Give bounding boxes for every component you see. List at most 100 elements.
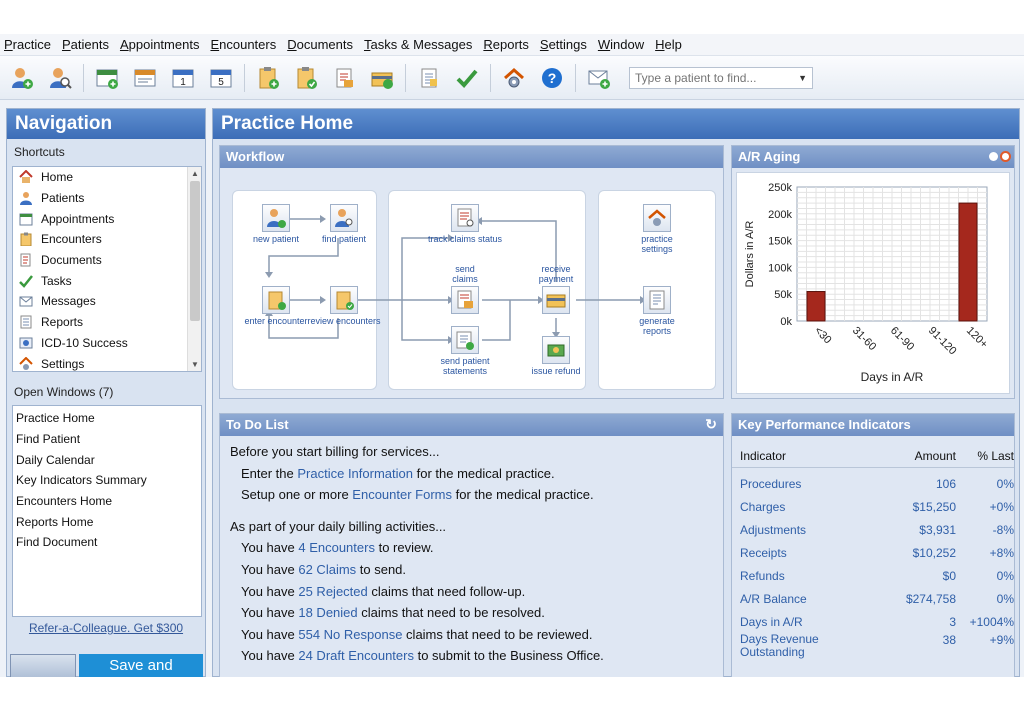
- panel-options-icon[interactable]: [989, 152, 998, 161]
- workflow-send-patient-statements[interactable]: send patient statements: [425, 326, 505, 376]
- open-window-item[interactable]: Key Indicators Summary: [13, 470, 201, 491]
- open-window-item[interactable]: Practice Home: [13, 408, 201, 429]
- workflow-find-patient[interactable]: find patient: [304, 204, 384, 244]
- open-window-item[interactable]: Encounters Home: [13, 491, 201, 512]
- scrollbar-thumb[interactable]: [190, 181, 200, 321]
- no-response-claims-link[interactable]: 554 No Response: [298, 627, 402, 642]
- refresh-icon[interactable]: ↻: [705, 416, 717, 433]
- kpi-row[interactable]: Days in A/R 3 +1004%: [732, 610, 1014, 633]
- workflow-generate-reports[interactable]: generate reports: [617, 286, 697, 336]
- kpi-row[interactable]: Refunds $0 0%: [732, 564, 1014, 587]
- workflow-send-claims[interactable]: send claims: [425, 264, 505, 316]
- shortcut-label: Reports: [41, 315, 84, 330]
- shortcut-tasks[interactable]: Tasks: [13, 270, 201, 291]
- help-icon[interactable]: ?: [538, 64, 566, 92]
- workflow-track-claims-status[interactable]: track claims status: [425, 204, 505, 244]
- shortcut-documents[interactable]: Documents: [13, 250, 201, 271]
- schedule-icon[interactable]: [131, 64, 159, 92]
- kpi-amount: 3: [949, 614, 956, 629]
- shortcut-messages[interactable]: Messages: [13, 291, 201, 312]
- open-window-item[interactable]: Reports Home: [13, 511, 201, 532]
- appointments-icon[interactable]: [93, 64, 121, 92]
- new-patient-icon[interactable]: [8, 64, 36, 92]
- panel-settings-icon[interactable]: [1000, 151, 1011, 162]
- patient-search-input[interactable]: [635, 70, 795, 85]
- kpi-row[interactable]: Receipts $10,252 +8%: [732, 541, 1014, 564]
- chevron-down-icon[interactable]: ▼: [798, 73, 807, 83]
- shortcut-reports[interactable]: Reports: [13, 312, 201, 333]
- shortcut-encounters[interactable]: Encounters: [13, 229, 201, 250]
- menu-help[interactable]: Help: [655, 37, 682, 52]
- shortcut-appointments[interactable]: Appointments: [13, 208, 201, 229]
- kpi-indicator[interactable]: Refunds: [740, 569, 870, 583]
- kpi-percent: 0%: [996, 568, 1014, 583]
- scroll-up-icon[interactable]: ▲: [191, 169, 199, 178]
- message-icon[interactable]: [585, 64, 613, 92]
- shortcut-home[interactable]: Home: [13, 167, 201, 188]
- kpi-indicator[interactable]: Days Revenue Outstanding: [740, 633, 870, 659]
- kpi-indicator[interactable]: A/R Balance: [740, 592, 870, 606]
- shortcuts-scrollbar[interactable]: ▲ ▼: [187, 167, 201, 371]
- kpi-row[interactable]: Days Revenue Outstanding 38 +9%: [732, 633, 1014, 663]
- encounter-icon[interactable]: [254, 64, 282, 92]
- todo-title: To Do List ↻: [220, 414, 723, 436]
- kpi-row[interactable]: Procedures 106 0%: [732, 472, 1014, 495]
- rejected-claims-link[interactable]: 25 Rejected: [298, 584, 367, 599]
- menu-reports[interactable]: Reports: [483, 37, 529, 52]
- workflow-issue-refund[interactable]: issue refund: [516, 336, 596, 376]
- menu-encounters[interactable]: Encounters: [210, 37, 276, 52]
- kpi-indicator[interactable]: Charges: [740, 500, 870, 514]
- open-window-item[interactable]: Find Patient: [13, 429, 201, 450]
- checkmark-icon: [18, 273, 34, 289]
- workflow-label: generate reports: [639, 316, 675, 336]
- shortcut-icd10-success[interactable]: ICD-10 Success: [13, 333, 201, 354]
- toolbar-separator: [244, 63, 245, 92]
- kpi-indicator[interactable]: Days in A/R: [740, 615, 870, 629]
- task-check-icon[interactable]: [453, 64, 481, 92]
- kpi-row[interactable]: A/R Balance $274,758 0%: [732, 587, 1014, 610]
- todo-intro: As part of your daily billing activities…: [230, 518, 447, 534]
- report-icon[interactable]: [415, 64, 443, 92]
- kpi-row[interactable]: Charges $15,250 +0%: [732, 495, 1014, 518]
- payment-icon[interactable]: [368, 64, 396, 92]
- save-and-button[interactable]: Save and: [79, 654, 203, 677]
- todo-list: Before you start billing for services...…: [230, 444, 715, 670]
- toolbar-separator: [575, 63, 576, 92]
- workflow-receive-payment[interactable]: receive payment: [516, 264, 596, 316]
- open-window-item[interactable]: Daily Calendar: [13, 449, 201, 470]
- calendar-week-icon[interactable]: 5: [207, 64, 235, 92]
- patient-icon: [18, 190, 34, 206]
- kpi-indicator[interactable]: Procedures: [740, 477, 870, 491]
- kpi-indicator[interactable]: Adjustments: [740, 523, 870, 537]
- menu-tasks-messages[interactable]: Tasks & Messages: [364, 37, 472, 52]
- menu-appointments[interactable]: Appointments: [120, 37, 200, 52]
- workflow-review-encounters[interactable]: review encounters: [304, 286, 384, 326]
- settings-icon[interactable]: [500, 64, 528, 92]
- encounter-forms-link[interactable]: Encounter Forms: [352, 487, 452, 502]
- patient-search-combobox[interactable]: ▼: [629, 66, 813, 89]
- kpi-indicator[interactable]: Receipts: [740, 546, 870, 560]
- shortcut-patients[interactable]: Patients: [13, 188, 201, 209]
- encounters-to-review-link[interactable]: 4 Encounters: [298, 540, 375, 555]
- claims-icon[interactable]: [330, 64, 358, 92]
- refer-colleague-link[interactable]: Refer-a-Colleague. Get $300: [7, 621, 205, 635]
- draft-encounters-link[interactable]: 24 Draft Encounters: [298, 648, 414, 663]
- send-claims-icon: [451, 286, 479, 314]
- menu-settings[interactable]: Settings: [540, 37, 587, 52]
- find-patient-icon[interactable]: [46, 64, 74, 92]
- scroll-down-icon[interactable]: ▼: [191, 360, 199, 369]
- kpi-percent: +1004%: [969, 614, 1014, 629]
- menu-practice[interactable]: Practice: [4, 37, 51, 52]
- claims-to-send-link[interactable]: 62 Claims: [298, 562, 356, 577]
- menu-window[interactable]: Window: [598, 37, 644, 52]
- open-window-item[interactable]: Find Document: [13, 532, 201, 553]
- encounter-review-icon[interactable]: [292, 64, 320, 92]
- shortcut-settings[interactable]: Settings: [13, 353, 201, 371]
- kpi-row[interactable]: Adjustments $3,931 -8%: [732, 518, 1014, 541]
- menu-patients[interactable]: Patients: [62, 37, 109, 52]
- workflow-practice-settings[interactable]: practice settings: [617, 204, 697, 254]
- calendar-day-icon[interactable]: 1: [169, 64, 197, 92]
- practice-information-link[interactable]: Practice Information: [297, 466, 413, 481]
- menu-documents[interactable]: Documents: [287, 37, 353, 52]
- denied-claims-link[interactable]: 18 Denied: [298, 605, 357, 620]
